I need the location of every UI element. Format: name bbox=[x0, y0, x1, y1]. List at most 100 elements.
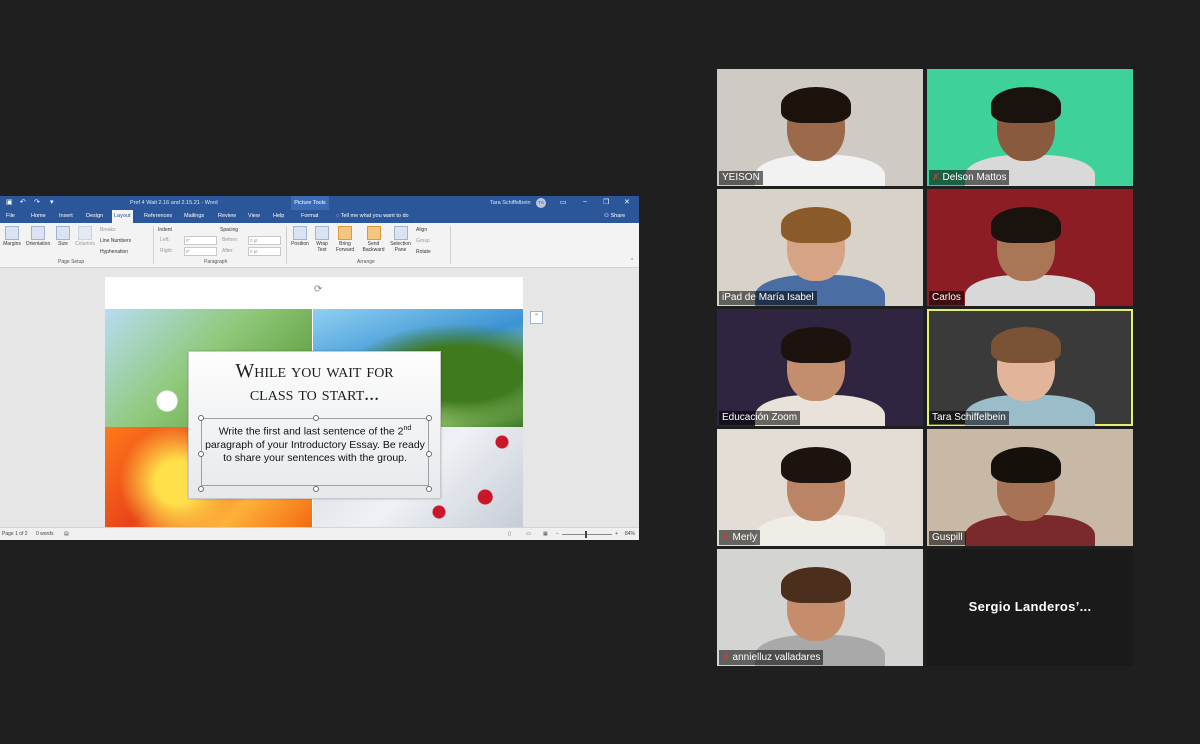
spacing-after-input[interactable]: 0 pt bbox=[248, 247, 281, 256]
resize-handle[interactable] bbox=[426, 415, 432, 421]
participant-tile-no-video[interactable]: Sergio Landeros’... bbox=[927, 549, 1133, 666]
tell-me-search[interactable]: ◌ Tell me what you want to do bbox=[336, 210, 409, 223]
margins-button[interactable]: Margins bbox=[2, 226, 22, 247]
wrap-text-icon bbox=[315, 226, 329, 240]
orientation-button[interactable]: Orientation bbox=[24, 226, 52, 247]
participant-tile[interactable]: YEISON bbox=[717, 69, 923, 186]
group-button[interactable]: Group bbox=[416, 238, 430, 244]
tab-home[interactable]: Home bbox=[29, 210, 48, 223]
zoom-in-icon[interactable]: + bbox=[615, 531, 618, 537]
resize-handle[interactable] bbox=[313, 486, 319, 492]
resize-handle[interactable] bbox=[426, 451, 432, 457]
rotate-handle-icon[interactable]: ⟳ bbox=[314, 285, 322, 295]
ribbon-layout: Margins Orientation Size Columns Breaks … bbox=[0, 223, 639, 268]
align-button[interactable]: Align bbox=[416, 227, 427, 233]
participant-tile-active-speaker[interactable]: Tara Schiffelbein bbox=[927, 309, 1133, 426]
zoom-slider-thumb[interactable] bbox=[585, 531, 587, 538]
participant-name: Educación Zoom bbox=[722, 412, 798, 423]
tab-view[interactable]: View bbox=[246, 210, 262, 223]
participant-tile[interactable]: iPad de María Isabel bbox=[717, 189, 923, 306]
spacing-before-input[interactable]: 0 pt bbox=[248, 236, 281, 245]
share-button[interactable]: ⚇ Share bbox=[604, 210, 625, 223]
size-button[interactable]: Size bbox=[55, 226, 71, 247]
zoom-slider[interactable] bbox=[562, 534, 612, 535]
participant-name: Merly bbox=[732, 532, 757, 543]
size-icon bbox=[56, 226, 70, 240]
participant-name: YEISON bbox=[722, 172, 760, 183]
participant-name: Tara Schiffelbein bbox=[932, 412, 1006, 423]
spacing-before-label: Before: bbox=[222, 237, 239, 243]
group-arrange-label: Arrange bbox=[357, 259, 375, 265]
tab-layout[interactable]: Layout bbox=[112, 210, 133, 223]
tab-design[interactable]: Design bbox=[84, 210, 105, 223]
print-layout-icon[interactable]: ▭ bbox=[526, 531, 531, 537]
send-backward-button[interactable]: Send Backward bbox=[360, 226, 387, 253]
card-textbox[interactable]: Write the first and last sentence of the… bbox=[201, 418, 429, 486]
close-icon[interactable]: ✕ bbox=[624, 198, 630, 206]
participant-tile[interactable]: ✗ annielluz valladares bbox=[717, 549, 923, 666]
layout-options-icon[interactable]: ⌃ bbox=[530, 311, 543, 324]
orientation-label: Orientation bbox=[25, 241, 51, 247]
share-label: Share bbox=[610, 213, 626, 219]
orientation-icon bbox=[31, 226, 45, 240]
signed-in-user[interactable]: Tara Schiffelbein bbox=[490, 200, 531, 206]
person-video bbox=[781, 447, 851, 483]
line-numbers-button[interactable]: Line Numbers bbox=[100, 238, 131, 244]
save-icon[interactable]: ▣ bbox=[6, 199, 13, 207]
zoom-out-icon[interactable]: − bbox=[556, 531, 559, 537]
breaks-button[interactable]: Breaks bbox=[100, 227, 116, 233]
minimize-icon[interactable]: – bbox=[583, 198, 587, 205]
avatar[interactable]: TS bbox=[536, 198, 546, 208]
participant-tile[interactable]: ✗ Merly bbox=[717, 429, 923, 546]
tab-review[interactable]: Review bbox=[216, 210, 238, 223]
wrap-text-button[interactable]: Wrap Text bbox=[313, 226, 331, 253]
tab-insert[interactable]: Insert bbox=[57, 210, 75, 223]
word-title-bar: ▣ ↶ ↷ ▾ Pref 4 Wait 2.16 and 2.15.21 - W… bbox=[0, 196, 639, 210]
undo-icon[interactable]: ↶ bbox=[20, 199, 26, 207]
tab-format[interactable]: Format bbox=[299, 210, 320, 223]
resize-handle[interactable] bbox=[198, 451, 204, 457]
resize-handle[interactable] bbox=[198, 415, 204, 421]
redo-icon[interactable]: ↷ bbox=[34, 199, 40, 207]
indent-right-input[interactable]: 0" bbox=[184, 247, 217, 256]
person-video bbox=[781, 87, 851, 123]
proofing-icon[interactable]: ▤ bbox=[64, 531, 69, 537]
tab-mailings[interactable]: Mailings bbox=[182, 210, 206, 223]
participant-name-label: ✗ Merly bbox=[719, 530, 760, 545]
read-mode-icon[interactable]: ▯ bbox=[508, 531, 511, 537]
document-area[interactable]: ⟳ While you wait for class to start... W… bbox=[0, 268, 639, 527]
customize-qat-icon[interactable]: ▾ bbox=[50, 199, 54, 207]
group-page-setup-label: Page Setup bbox=[58, 259, 85, 265]
participant-name: Sergio Landeros’... bbox=[968, 599, 1092, 614]
resize-handle[interactable] bbox=[313, 415, 319, 421]
resize-handle[interactable] bbox=[426, 486, 432, 492]
participant-tile[interactable]: ✗ Delson Mattos bbox=[927, 69, 1133, 186]
bring-forward-button[interactable]: Bring Forward bbox=[333, 226, 357, 253]
tab-file[interactable]: File bbox=[4, 210, 17, 223]
tab-references[interactable]: References bbox=[142, 210, 174, 223]
rotate-button[interactable]: Rotate bbox=[416, 249, 431, 255]
ribbon-display-icon[interactable]: ▭ bbox=[560, 198, 567, 206]
participant-tile[interactable]: Educación Zoom bbox=[717, 309, 923, 426]
text-card[interactable]: While you wait for class to start... Wri… bbox=[188, 351, 441, 499]
collapse-ribbon-icon[interactable]: ⌃ bbox=[630, 258, 634, 264]
tab-help[interactable]: Help bbox=[271, 210, 286, 223]
restore-icon[interactable]: ❐ bbox=[603, 198, 609, 206]
group-paragraph-label: Paragraph bbox=[204, 259, 228, 265]
hyphenation-button[interactable]: Hyphenation bbox=[100, 249, 128, 255]
position-button[interactable]: Position bbox=[289, 226, 311, 247]
selection-pane-button[interactable]: Selection Pane bbox=[389, 226, 412, 253]
columns-button[interactable]: Columns bbox=[73, 226, 97, 247]
participant-tile[interactable]: Carlos bbox=[927, 189, 1133, 306]
participant-name: Delson Mattos bbox=[942, 172, 1007, 183]
zoom-level[interactable]: 84% bbox=[625, 531, 635, 537]
send-backward-icon bbox=[366, 226, 381, 240]
shared-screen-word-window: ▣ ↶ ↷ ▾ Pref 4 Wait 2.16 and 2.15.21 - W… bbox=[0, 196, 639, 540]
indent-left-input[interactable]: 0" bbox=[184, 236, 217, 245]
resize-handle[interactable] bbox=[198, 486, 204, 492]
document-page[interactable]: ⟳ While you wait for class to start... W… bbox=[105, 277, 523, 527]
word-count[interactable]: 0 words bbox=[36, 531, 54, 537]
web-layout-icon[interactable]: ▦ bbox=[543, 531, 548, 537]
page-count[interactable]: Page 1 of 2 bbox=[2, 531, 28, 537]
participant-tile[interactable]: Guspill bbox=[927, 429, 1133, 546]
